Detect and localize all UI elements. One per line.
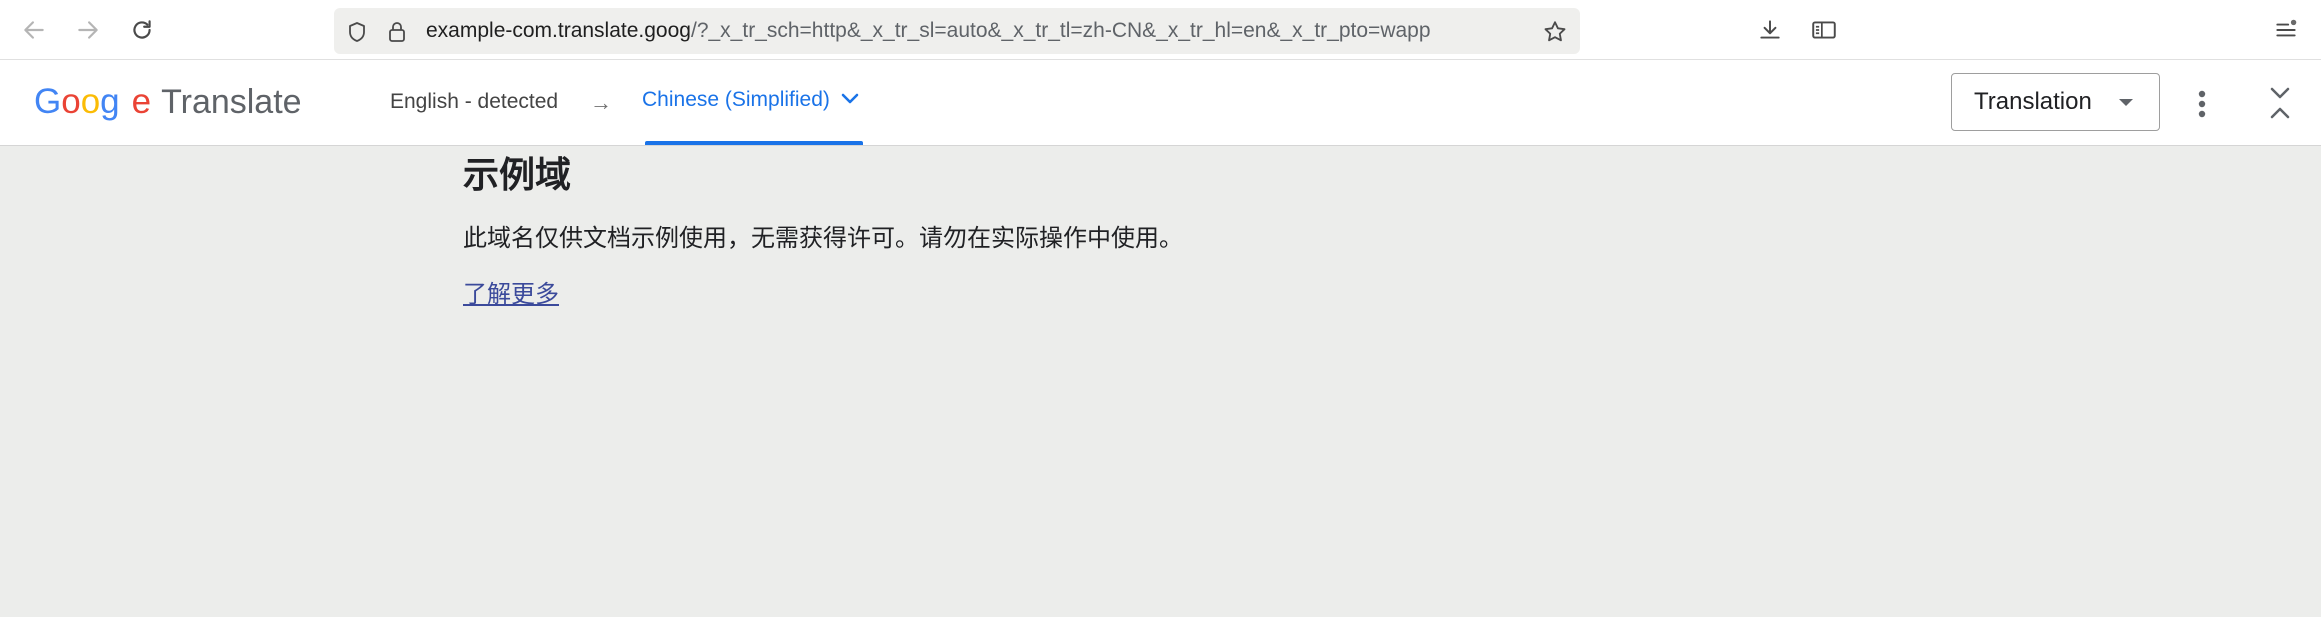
logo-letter: e — [131, 82, 152, 121]
collapse-icon[interactable] — [2264, 82, 2296, 124]
logo-word: Translate — [161, 83, 302, 121]
translate-bar: G o o g e Translate English - detected →… — [0, 60, 2321, 146]
active-tab-indicator — [645, 141, 863, 145]
page-description: 此域名仅供文档示例使用，无需获得许可。请勿在实际操作中使用。 — [463, 225, 1183, 252]
source-language[interactable]: English - detected — [390, 90, 558, 114]
logo-letter: o — [61, 82, 81, 121]
google-translate-logo[interactable]: G o o g e Translate — [34, 82, 302, 126]
logo-letter: o — [80, 82, 101, 121]
caret-down-icon — [2119, 99, 2133, 106]
url-text[interactable]: example-com.translate.goog/?_x_tr_sch=ht… — [426, 8, 1431, 54]
forward-arrow-icon[interactable] — [72, 14, 104, 46]
logo-letter: G — [34, 82, 62, 121]
lock-icon[interactable] — [384, 19, 410, 45]
translation-mode-select[interactable]: Translation — [1951, 73, 2160, 131]
reload-icon[interactable] — [126, 14, 158, 46]
shield-icon[interactable] — [344, 19, 370, 45]
learn-more-link[interactable]: 了解更多 — [463, 274, 559, 309]
target-language-selector[interactable]: Chinese (Simplified) — [642, 88, 860, 112]
star-icon[interactable] — [1542, 19, 1568, 45]
target-language-label: Chinese (Simplified) — [642, 88, 830, 111]
url-domain: example-com.translate.goog — [426, 19, 691, 42]
browser-toolbar: example-com.translate.goog/?_x_tr_sch=ht… — [0, 0, 2321, 60]
direction-arrow: → — [590, 90, 612, 115]
mode-label: Translation — [1974, 88, 2092, 115]
back-arrow-icon[interactable] — [18, 14, 50, 46]
url-path: /?_x_tr_sch=http&_x_tr_sl=auto&_x_tr_tl=… — [690, 19, 1431, 42]
menu-icon[interactable] — [2270, 14, 2302, 46]
chevron-down-icon — [840, 88, 860, 112]
page-title: 示例域 — [463, 154, 572, 195]
sidebar-icon[interactable] — [1808, 14, 1840, 46]
download-icon[interactable] — [1754, 14, 1786, 46]
address-bar[interactable]: example-com.translate.goog/?_x_tr_sch=ht… — [334, 8, 1580, 54]
logo-letter: g — [100, 82, 120, 121]
more-options-icon[interactable] — [2186, 84, 2218, 124]
